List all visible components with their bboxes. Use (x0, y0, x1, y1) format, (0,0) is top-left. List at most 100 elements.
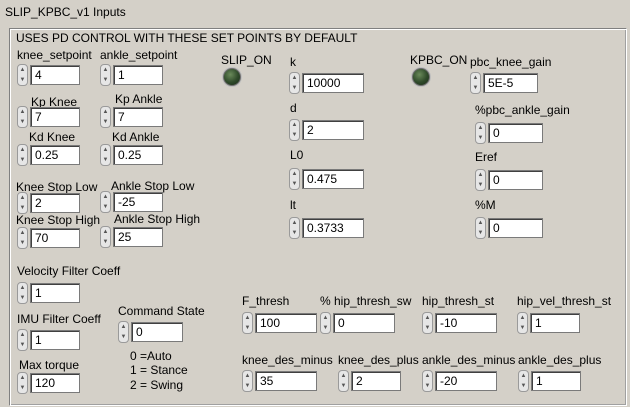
ankle-stop-low-stepper[interactable]: ▲ ▼ (100, 191, 111, 213)
command-state-field[interactable]: 0 (131, 322, 183, 342)
triangle-up-icon[interactable]: ▲ (18, 65, 27, 75)
kpbc-on-led[interactable] (412, 68, 430, 86)
triangle-up-icon[interactable]: ▲ (101, 192, 110, 202)
hip-thresh-st-stepper[interactable]: ▲ ▼ (422, 312, 433, 334)
triangle-up-icon[interactable]: ▲ (18, 373, 27, 383)
triangle-up-icon[interactable]: ▲ (243, 371, 252, 381)
triangle-up-icon[interactable]: ▲ (18, 107, 27, 117)
triangle-down-icon[interactable]: ▼ (243, 381, 252, 391)
kd-knee-field[interactable]: 0.25 (30, 145, 80, 165)
lt-field[interactable]: 0.3733 (302, 218, 364, 238)
triangle-down-icon[interactable]: ▼ (18, 117, 27, 127)
triangle-down-icon[interactable]: ▼ (321, 323, 330, 333)
triangle-down-icon[interactable]: ▼ (18, 383, 27, 393)
imu-filter-coeff-stepper[interactable]: ▲ ▼ (17, 329, 28, 351)
max-torque-field[interactable]: 120 (30, 373, 80, 393)
ankle-des-plus-field[interactable]: 1 (531, 371, 581, 391)
triangle-down-icon[interactable]: ▼ (18, 340, 27, 350)
m-stepper[interactable]: ▲ ▼ (475, 217, 486, 239)
triangle-down-icon[interactable]: ▼ (519, 381, 528, 391)
f-thresh-field[interactable]: 100 (255, 313, 317, 333)
k-field[interactable]: 10000 (302, 73, 364, 93)
triangle-up-icon[interactable]: ▲ (18, 283, 27, 293)
triangle-down-icon[interactable]: ▼ (518, 323, 527, 333)
hip-thresh-st-field[interactable]: -10 (435, 313, 497, 333)
hip-vel-thresh-st-stepper[interactable]: ▲ ▼ (517, 312, 528, 334)
velocity-filter-coeff-stepper[interactable]: ▲ ▼ (17, 282, 28, 304)
triangle-down-icon[interactable]: ▼ (101, 155, 110, 165)
kp-ankle-stepper[interactable]: ▲ ▼ (100, 106, 111, 128)
knee-des-minus-stepper[interactable]: ▲ ▼ (242, 370, 253, 392)
ankle-setpoint-stepper[interactable]: ▲ ▼ (100, 64, 111, 86)
max-torque-stepper[interactable]: ▲ ▼ (17, 372, 28, 394)
command-state-stepper[interactable]: ▲ ▼ (118, 321, 129, 343)
triangle-down-icon[interactable]: ▼ (101, 117, 110, 127)
ankle-setpoint-field[interactable]: 1 (113, 65, 163, 85)
kp-ankle-field[interactable]: 7 (113, 107, 163, 127)
pbc-knee-gain-stepper[interactable]: ▲ ▼ (470, 72, 481, 94)
pbc-knee-gain-field[interactable]: 5E-5 (483, 73, 538, 93)
triangle-down-icon[interactable]: ▼ (243, 323, 252, 333)
ankle-des-minus-stepper[interactable]: ▲ ▼ (422, 370, 433, 392)
m-field[interactable]: 0 (488, 218, 543, 238)
triangle-down-icon[interactable]: ▼ (18, 75, 27, 85)
triangle-up-icon[interactable]: ▲ (101, 145, 110, 155)
triangle-up-icon[interactable]: ▲ (18, 330, 27, 340)
ankle-stop-high-field[interactable]: 25 (113, 227, 163, 247)
triangle-up-icon[interactable]: ▲ (18, 228, 27, 238)
knee-setpoint-field[interactable]: 4 (30, 65, 80, 85)
kp-knee-stepper[interactable]: ▲ ▼ (17, 106, 28, 128)
triangle-up-icon[interactable]: ▲ (339, 371, 348, 381)
triangle-up-icon[interactable]: ▲ (101, 65, 110, 75)
kp-knee-field[interactable]: 7 (30, 107, 80, 127)
kd-ankle-field[interactable]: 0.25 (113, 145, 163, 165)
triangle-up-icon[interactable]: ▲ (471, 73, 480, 83)
hip-thresh-sw-stepper[interactable]: ▲ ▼ (320, 312, 331, 334)
slip-on-led[interactable] (223, 68, 241, 86)
ankle-stop-low-field[interactable]: -25 (113, 192, 163, 212)
kd-ankle-stepper[interactable]: ▲ ▼ (100, 144, 111, 166)
triangle-down-icon[interactable]: ▼ (339, 381, 348, 391)
triangle-up-icon[interactable]: ▲ (476, 218, 485, 228)
knee-des-minus-field[interactable]: 35 (255, 371, 317, 391)
kd-knee-stepper[interactable]: ▲ ▼ (17, 144, 28, 166)
pbc-ankle-gain-stepper[interactable]: ▲ ▼ (475, 122, 486, 144)
knee-des-plus-stepper[interactable]: ▲ ▼ (338, 370, 349, 392)
hip-vel-thresh-st-field[interactable]: 1 (530, 313, 580, 333)
triangle-up-icon[interactable]: ▲ (518, 313, 527, 323)
triangle-down-icon[interactable]: ▼ (471, 83, 480, 93)
eref-stepper[interactable]: ▲ ▼ (475, 169, 486, 191)
triangle-down-icon[interactable]: ▼ (18, 155, 27, 165)
knee-stop-low-field[interactable]: 2 (30, 193, 80, 213)
triangle-up-icon[interactable]: ▲ (101, 107, 110, 117)
triangle-down-icon[interactable]: ▼ (423, 323, 432, 333)
triangle-up-icon[interactable]: ▲ (290, 218, 299, 228)
triangle-down-icon[interactable]: ▼ (476, 228, 485, 238)
hip-thresh-sw-field[interactable]: 0 (333, 313, 395, 333)
eref-field[interactable]: 0 (488, 170, 543, 190)
triangle-down-icon[interactable]: ▼ (290, 130, 299, 140)
triangle-down-icon[interactable]: ▼ (476, 180, 485, 190)
triangle-up-icon[interactable]: ▲ (476, 170, 485, 180)
triangle-down-icon[interactable]: ▼ (101, 75, 110, 85)
triangle-down-icon[interactable]: ▼ (18, 203, 27, 213)
knee-stop-low-stepper[interactable]: ▲ ▼ (17, 192, 28, 214)
triangle-up-icon[interactable]: ▲ (243, 313, 252, 323)
ankle-des-plus-stepper[interactable]: ▲ ▼ (518, 370, 529, 392)
l0-field[interactable]: 0.475 (302, 169, 364, 189)
triangle-up-icon[interactable]: ▲ (423, 313, 432, 323)
imu-filter-coeff-field[interactable]: 1 (30, 330, 80, 350)
velocity-filter-coeff-field[interactable]: 1 (30, 283, 80, 303)
triangle-down-icon[interactable]: ▼ (101, 237, 110, 247)
triangle-down-icon[interactable]: ▼ (290, 228, 299, 238)
ankle-des-minus-field[interactable]: -20 (435, 371, 497, 391)
triangle-up-icon[interactable]: ▲ (476, 123, 485, 133)
triangle-down-icon[interactable]: ▼ (18, 238, 27, 248)
triangle-down-icon[interactable]: ▼ (290, 83, 299, 93)
triangle-down-icon[interactable]: ▼ (18, 293, 27, 303)
triangle-down-icon[interactable]: ▼ (423, 381, 432, 391)
triangle-down-icon[interactable]: ▼ (290, 179, 299, 189)
triangle-up-icon[interactable]: ▲ (423, 371, 432, 381)
triangle-down-icon[interactable]: ▼ (476, 133, 485, 143)
knee-stop-high-stepper[interactable]: ▲ ▼ (17, 227, 28, 249)
